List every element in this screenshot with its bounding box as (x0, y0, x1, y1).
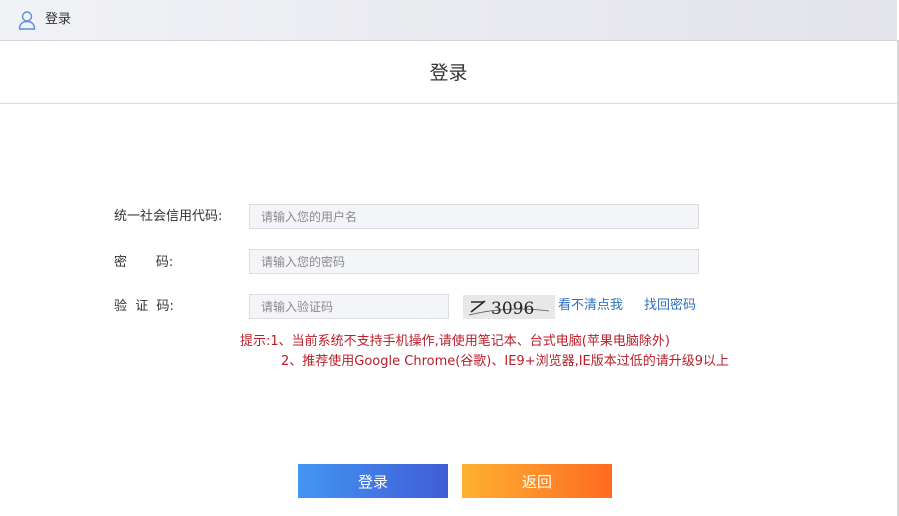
captcha-text: 3096 (491, 299, 534, 319)
usci-input[interactable] (249, 204, 699, 229)
usci-label: 统一社会信用代码: (114, 209, 223, 224)
top-bar: 登录 (0, 0, 897, 41)
password-label: 密 码: (114, 255, 174, 270)
title-divider (0, 103, 897, 104)
tip-line-1: 提示:1、当前系统不支持手机操作,请使用笔记本、台式电脑(苹果电脑除外) (240, 334, 670, 349)
login-button[interactable]: 登录 (298, 464, 448, 498)
tip-line-2: 2、推荐使用Google Chrome(谷歌)、IE9+浏览器,IE版本过低的请… (281, 354, 730, 369)
topbar-title: 登录 (45, 12, 72, 27)
user-icon (18, 10, 36, 30)
captcha-image[interactable]: 3096 (463, 295, 555, 319)
login-page: 登录 登录 统一社会信用代码: 密 码: 验 证 码: 3096 看不清点我 找… (0, 0, 899, 516)
captcha-label: 验 证 码: (114, 299, 174, 314)
captcha-input[interactable] (249, 294, 449, 319)
forgot-password-link[interactable]: 找回密码 (644, 297, 696, 315)
password-input[interactable] (249, 249, 699, 274)
page-title: 登录 (429, 62, 468, 84)
back-button[interactable]: 返回 (462, 464, 612, 498)
refresh-captcha-link[interactable]: 看不清点我 (558, 297, 623, 315)
